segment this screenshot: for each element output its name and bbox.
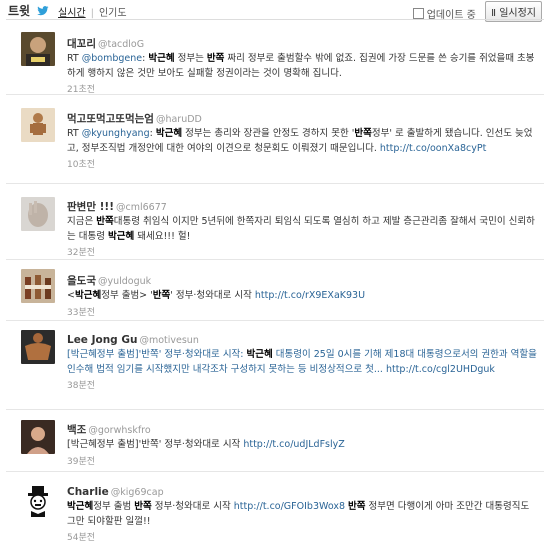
- highlight-term: 반쪽: [354, 128, 372, 139]
- text-segment: [박근혜정부 출범]'반쪽' 정부·청와대로 시작: [67, 439, 244, 450]
- highlight-term: 박근혜: [155, 128, 183, 139]
- tweet-time[interactable]: 32분전: [67, 245, 538, 258]
- highlight-term: 반쪽: [96, 216, 114, 227]
- author-handle[interactable]: @yuldoguk: [98, 276, 151, 287]
- text-segment: 정부는 총리와 장관을 안정도 경하지 못한 ': [182, 128, 355, 139]
- text-segment: 정부·청와대로 시작: [151, 501, 234, 512]
- tweet-text: [박근혜정부 출범]'반쪽' 정부·청와대로 시작: 박근혜 대통령이 25일 …: [67, 348, 538, 377]
- tweet-link[interactable]: http://t.co/udJLdFslyZ: [243, 439, 344, 450]
- pause-label: 일시정지: [499, 8, 536, 19]
- text-segment: 정부 출범: [93, 501, 135, 512]
- woman-photo-icon: [21, 420, 55, 454]
- highlight-term: 박근혜: [246, 349, 273, 360]
- tweet-time[interactable]: 54분전: [67, 530, 538, 543]
- tweet-text: 박근혜정부 출범 반쪽 정부·청와대로 시작 http://t.co/GFOIb…: [67, 500, 538, 529]
- wooden-figure-icon: [21, 108, 55, 142]
- avatar[interactable]: [21, 483, 55, 517]
- tweet-link[interactable]: http://t.co/rX9EXaK93U: [255, 290, 365, 301]
- avatar[interactable]: [21, 108, 55, 142]
- author-name[interactable]: Charlie: [67, 486, 109, 498]
- bodybuilder-photo-icon: [21, 330, 55, 364]
- highlight-term: 박근혜: [74, 290, 102, 301]
- twitter-bird-icon: [37, 6, 49, 16]
- author-handle[interactable]: @cml6677: [116, 202, 167, 213]
- text-segment: RT: [67, 53, 82, 64]
- avatar[interactable]: [21, 420, 55, 454]
- highlight-term: 반쪽: [152, 290, 171, 301]
- tweet-time[interactable]: 33분전: [67, 305, 538, 318]
- tweet-link[interactable]: [박근혜정부 출범]'반쪽' 정부·청와대로 시작:: [67, 349, 247, 360]
- tab-popular[interactable]: 인기도: [99, 8, 127, 19]
- tweet-time[interactable]: 39분전: [67, 454, 538, 467]
- tweet-link[interactable]: http://t.co/cgl2UHDguk: [386, 364, 495, 375]
- update-checkbox[interactable]: [412, 7, 424, 19]
- highlight-term: 반쪽: [206, 53, 225, 64]
- text-segment: 정부는: [174, 53, 207, 64]
- stream-header: 트윗 실시간 | 인기도 업데이트 중 Ⅱ 일시정지: [0, 0, 548, 22]
- highlight-term: 반쪽: [134, 501, 152, 512]
- text-segment: 지금은: [67, 216, 97, 227]
- tweet-item: 대꼬리 @tacdloG RT @bombgene: 박근혜 정부는 반쪽 짜리 …: [0, 20, 548, 95]
- avatar[interactable]: [21, 197, 55, 231]
- sort-tabs: 실시간 | 인기도: [58, 8, 127, 19]
- hand-photo-icon: [21, 197, 55, 231]
- text-segment: 정부 출범> ': [101, 290, 153, 301]
- tab-realtime[interactable]: 실시간: [58, 8, 86, 19]
- tweet-text: <박근혜정부 출범> '반쪽' 정부·청와대로 시작 http://t.co/r…: [67, 289, 538, 304]
- highlight-term: 박근혜: [108, 230, 135, 242]
- author-name[interactable]: 대꼬리: [67, 38, 96, 50]
- tweet-item: 을도국 @yuldoguk <박근혜정부 출범> '반쪽' 정부·청와대로 시작 …: [0, 261, 548, 321]
- person-photo-icon: [21, 32, 55, 66]
- text-segment: ' 정부·청와대로 시작: [170, 290, 255, 301]
- tweet-item: Charlie @kig69cap 박근혜정부 출범 반쪽 정부·청와대로 시작 …: [0, 473, 548, 543]
- tweet-link[interactable]: http://t.co/GFOIb3Wox8: [234, 501, 345, 512]
- avatar[interactable]: [21, 269, 55, 303]
- author-handle[interactable]: @kig69cap: [111, 487, 164, 498]
- text-segment: RT: [67, 128, 82, 139]
- author-name[interactable]: Lee Jong Gu: [67, 334, 137, 346]
- pause-icon: Ⅱ: [491, 8, 500, 19]
- author-name[interactable]: 을도국: [67, 275, 96, 287]
- highlight-term: 반쪽: [348, 501, 366, 512]
- mention-link[interactable]: @bombgene: [82, 53, 142, 64]
- avatar[interactable]: [21, 32, 55, 66]
- tweet-link[interactable]: http://t.co/oonXa8cyPt: [380, 143, 486, 154]
- title-label: 트윗: [8, 4, 31, 18]
- tweet-text: RT @bombgene: 박근혜 정부는 반쪽 짜리 정부로 출범할수 밖에 …: [67, 52, 538, 81]
- author-handle[interactable]: @tacdloG: [98, 39, 144, 50]
- bottles-photo-icon: [21, 269, 55, 303]
- tweet-item: 먹고또먹고또먹는엄 @haruDD RT @kyunghyang: 박근혜 정부는…: [0, 96, 548, 184]
- author-name[interactable]: 판변만 !!!: [67, 201, 114, 213]
- tweet-item: Lee Jong Gu @motivesun [박근혜정부 출범]'반쪽' 정부·…: [0, 322, 548, 410]
- author-name[interactable]: 백조: [67, 424, 86, 436]
- tweet-time[interactable]: 10초전: [67, 157, 538, 170]
- author-handle[interactable]: @haruDD: [156, 114, 202, 125]
- charlie-chaplin-icon: [21, 483, 55, 517]
- tweet-text: 지금은 반쪽대통령 취임식 이지만 5년뒤에 한쪽자리 퇴임식 되도록 열심히 …: [67, 215, 538, 244]
- avatar[interactable]: [21, 330, 55, 364]
- tweet-text: [박근혜정부 출범]'반쪽' 정부·청와대로 시작 http://t.co/ud…: [67, 438, 538, 453]
- author-name[interactable]: 먹고또먹고또먹는엄: [67, 113, 154, 125]
- highlight-term: 박근혜: [67, 501, 94, 512]
- author-handle[interactable]: @motivesun: [139, 335, 198, 346]
- text-segment: <: [67, 290, 75, 301]
- author-handle[interactable]: @gorwhskfro: [88, 425, 150, 436]
- tweet-time[interactable]: 38분전: [67, 378, 538, 391]
- text-segment: 돼세요!!! 헐!: [134, 230, 191, 242]
- tweet-item: 판변만 !!! @cml6677 지금은 반쪽대통령 취임식 이지만 5년뒤에 한…: [0, 185, 548, 260]
- tweet-text: RT @kyunghyang: 박근혜 정부는 총리와 장관을 안정도 경하지 …: [67, 127, 538, 156]
- tweet-item: 백조 @gorwhskfro [박근혜정부 출범]'반쪽' 정부·청와대로 시작 …: [0, 411, 548, 472]
- highlight-term: 박근혜: [148, 53, 175, 64]
- mention-link[interactable]: @kyunghyang: [82, 128, 150, 139]
- stream-title: 트윗: [8, 2, 49, 19]
